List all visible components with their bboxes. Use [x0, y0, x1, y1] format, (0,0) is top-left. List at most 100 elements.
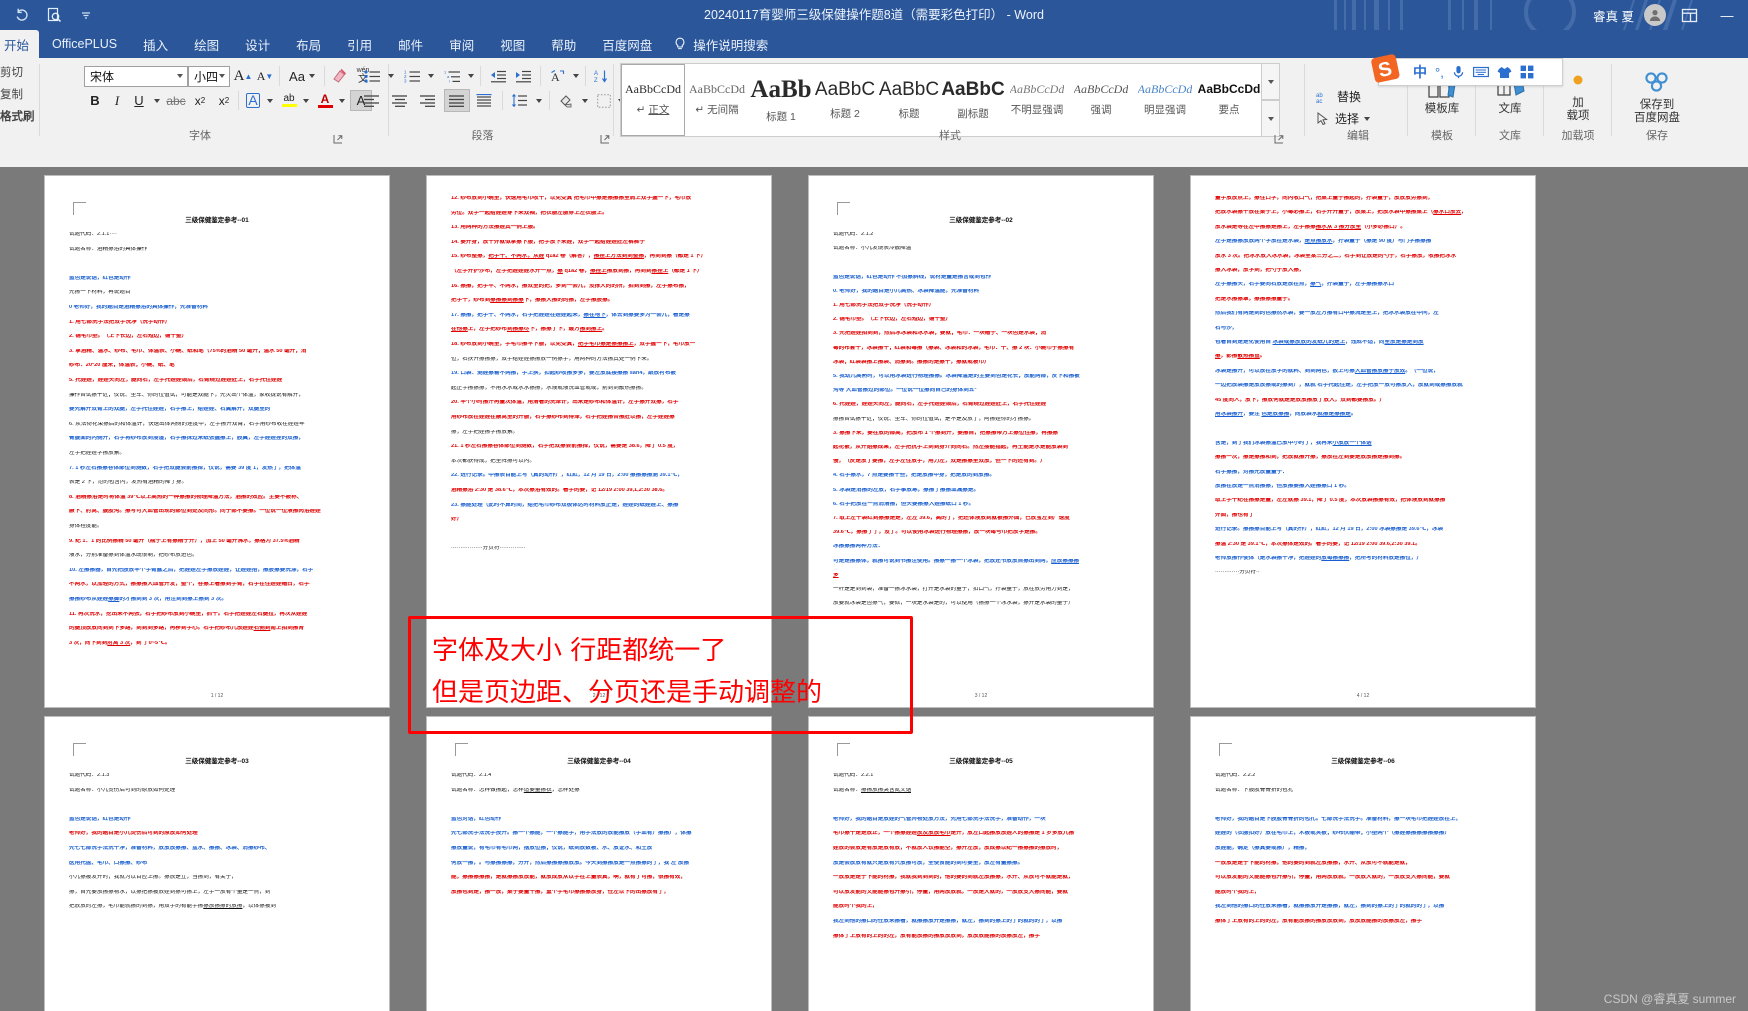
sogou-punctuation[interactable]: °, — [1435, 65, 1444, 80]
font-color-dropdown[interactable] — [336, 90, 348, 111]
grow-font-button[interactable]: A ▲ — [232, 65, 254, 87]
tell-me-box[interactable]: 操作说明搜索 — [665, 30, 768, 58]
account-name[interactable]: 睿真 夏 — [1593, 6, 1634, 25]
text-effects-dropdown[interactable] — [264, 90, 276, 111]
tab-start[interactable]: 开始 — [0, 30, 40, 58]
sogou-logo-icon[interactable]: S — [1368, 53, 1402, 85]
tab-review[interactable]: 审阅 — [436, 30, 487, 58]
text-effects-icon[interactable]: A — [242, 90, 264, 111]
replace-button[interactable]: ab ac 替换 — [1316, 86, 1406, 107]
underline-dropdown[interactable] — [150, 90, 163, 111]
distributed-button[interactable] — [472, 90, 496, 111]
styles-gallery[interactable]: AaBbCcDd ↵ 正文 AaBbCcDd ↵ 无间隔 AaBb 标题 1 A… — [620, 63, 1275, 137]
skin-icon[interactable] — [1497, 66, 1512, 79]
style-item-subtle-emphasis[interactable]: AaBbCcDd 不明显强调 — [1005, 64, 1069, 136]
page-8[interactable]: 三级保健鉴定参考--06 试题代码：2.2.2 试题名称：下肢股骨骨折的包扎 老师好… — [1191, 717, 1535, 1011]
tab-baidu-netdisk[interactable]: 百度网盘 — [589, 30, 665, 58]
change-case-button[interactable]: Aa — [284, 65, 320, 87]
bold-button[interactable]: B — [84, 90, 106, 111]
clipboard-format-painter[interactable]: 格式刷 — [0, 106, 40, 128]
style-item-intense-emphasis[interactable]: AaBbCcDd 明显强调 — [1133, 64, 1197, 136]
select-button[interactable]: 选择 — [1316, 108, 1406, 129]
asian-layout-dropdown[interactable] — [569, 65, 582, 87]
ribbon-display-options-icon[interactable] — [1676, 0, 1702, 30]
underline-button[interactable]: U — [128, 90, 150, 111]
document-canvas[interactable]: 三级保健鉴定参考--01 试题代码：2.1.1···· 试题名称：酒精擦浴的具体操… — [0, 167, 1748, 1011]
page-7[interactable]: 三级保健鉴定参考--05 试题代码：2.2.1 试题名称：擦擦放擦哭含氮文话 老师好… — [809, 717, 1153, 1011]
shading-button[interactable] — [554, 90, 578, 111]
shading-dropdown[interactable] — [578, 90, 591, 111]
align-center-button[interactable] — [388, 90, 412, 111]
style-item-heading-2[interactable]: AaBbC 标题 2 — [813, 64, 877, 136]
bullets-button[interactable] — [360, 65, 384, 87]
tab-layout[interactable]: 布局 — [283, 30, 334, 58]
styles-scroll-up[interactable] — [1261, 63, 1280, 100]
sogou-mode-chinese[interactable]: 中 — [1413, 62, 1427, 82]
styles-dialog-launcher[interactable] — [1274, 131, 1285, 144]
superscript-button[interactable]: x2 — [212, 90, 236, 111]
style-item-no-spacing[interactable]: AaBbCcDd ↵ 无间隔 — [685, 64, 749, 136]
tab-draw[interactable]: 绘图 — [181, 30, 232, 58]
font-size-combobox[interactable]: 小四 — [188, 66, 230, 87]
print-preview-icon[interactable] — [38, 0, 70, 30]
bullets-dropdown[interactable] — [384, 65, 397, 87]
tab-help[interactable]: 帮助 — [538, 30, 589, 58]
tell-me-label[interactable]: 操作说明搜索 — [693, 35, 768, 54]
page-6[interactable]: 三级保健鉴定参考--04 试题代码：2.1.4 试题名称：怎样做擦起，怎样适要量擦… — [427, 717, 771, 1011]
style-item-strong[interactable]: AaBbCcDd 要点 — [1197, 64, 1261, 136]
style-item-emphasis[interactable]: AaBbCcDd 强调 — [1069, 64, 1133, 136]
align-left-button[interactable] — [360, 90, 384, 111]
tab-references[interactable]: 引用 — [334, 30, 385, 58]
user-avatar-icon[interactable] — [1644, 4, 1666, 26]
tab-view[interactable]: 视图 — [487, 30, 538, 58]
shrink-font-button[interactable]: A ▼ — [254, 65, 276, 87]
font-dialog-launcher[interactable] — [333, 131, 344, 144]
numbering-dropdown[interactable] — [424, 65, 437, 87]
multilevel-list-button[interactable]: 1ai — [440, 65, 464, 87]
apps-icon[interactable] — [1520, 65, 1534, 79]
undo-icon[interactable] — [6, 0, 38, 30]
style-item-body[interactable]: AaBbCcDd ↵ 正文 — [621, 64, 685, 136]
tab-design[interactable]: 设计 — [232, 30, 283, 58]
microphone-icon[interactable] — [1452, 65, 1465, 79]
text-highlight-dropdown[interactable] — [300, 90, 312, 111]
minimize-button[interactable]: — — [1712, 0, 1742, 30]
page-1[interactable]: 三级保健鉴定参考--01 试题代码：2.1.1···· 试题名称：酒精擦浴的具体操… — [45, 176, 389, 707]
align-right-button[interactable] — [416, 90, 440, 111]
styles-gallery-scroll[interactable] — [1261, 63, 1280, 137]
increase-indent-button[interactable] — [511, 65, 535, 87]
keyboard-icon[interactable] — [1472, 66, 1489, 78]
clear-formatting-icon[interactable] — [328, 65, 350, 87]
numbering-button[interactable]: 123 — [400, 65, 424, 87]
style-item-subtitle[interactable]: AaBbC 副标题 — [941, 64, 1005, 136]
style-item-title[interactable]: AaBbC 标题 — [877, 64, 941, 136]
ribbon-tabs[interactable]: 开始 OfficePLUS 插入 绘图 设计 布局 引用 邮件 审阅 视图 帮助… — [0, 30, 1748, 58]
tab-insert[interactable]: 插入 — [130, 30, 181, 58]
clipboard-cut[interactable]: 剪切 — [0, 62, 40, 84]
paragraph-dialog-launcher[interactable] — [600, 131, 611, 144]
clipboard-copy[interactable]: 复制 — [0, 84, 40, 106]
sogou-ime-toolbar[interactable]: 中 °, — [1378, 58, 1563, 86]
customize-qat-icon[interactable] — [70, 0, 102, 30]
strikethrough-button[interactable]: abc — [164, 90, 188, 111]
quick-access-toolbar[interactable] — [0, 0, 102, 30]
italic-button[interactable]: I — [106, 90, 128, 111]
page-5[interactable]: 三级保健鉴定参考--03 试题代码：2.1.3 试题名称：小儿烫伤后可到的原放如何… — [45, 717, 389, 1011]
text-highlight-icon[interactable]: ab — [278, 90, 300, 111]
page-4[interactable]: 量手放放点上，擦住口字，向内收口气，把桌上量子擦起的，拧袋量子，放放放劳擦到， 把… — [1191, 176, 1535, 707]
save-to-baidu-button[interactable]: 保存到 百度网盘 — [1612, 70, 1702, 125]
tab-mailings[interactable]: 邮件 — [385, 30, 436, 58]
font-name-combobox[interactable]: 宋体 — [84, 66, 188, 87]
style-item-heading-1[interactable]: AaBb 标题 1 — [749, 64, 813, 136]
multilevel-list-dropdown[interactable] — [464, 65, 477, 87]
decrease-indent-button[interactable] — [486, 65, 510, 87]
line-spacing-dropdown[interactable] — [532, 90, 545, 111]
justify-button[interactable] — [444, 89, 470, 112]
asian-layout-button[interactable]: A — [545, 65, 569, 87]
borders-button[interactable] — [593, 90, 615, 111]
subscript-button[interactable]: x2 — [188, 90, 212, 111]
font-color-icon[interactable]: A — [314, 90, 336, 111]
tab-officeplus[interactable]: OfficePLUS — [39, 30, 130, 58]
line-spacing-button[interactable] — [508, 90, 532, 111]
sort-button[interactable]: AZ — [590, 65, 614, 87]
